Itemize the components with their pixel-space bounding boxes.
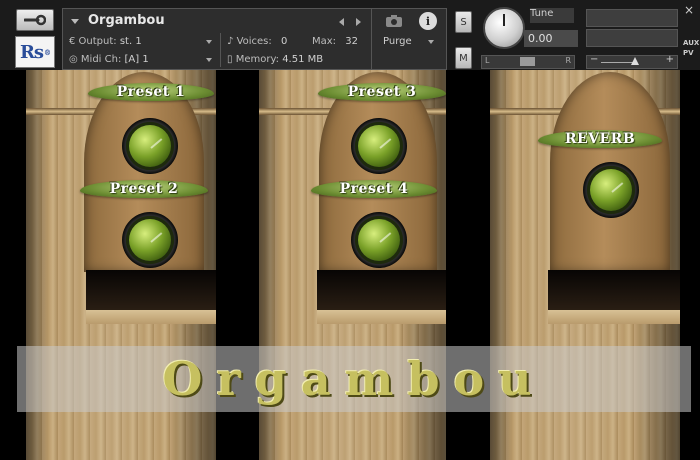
memory-label: Memory: [235, 54, 279, 65]
preset-2-label: Preset 2 [80, 180, 208, 198]
preset-4-label: Preset 4 [311, 180, 437, 198]
volume-track [601, 62, 635, 63]
memory-value: 4.51 MB [282, 54, 324, 65]
close-icon[interactable]: × [684, 3, 694, 17]
pv-label[interactable]: PV [683, 48, 699, 58]
output-label: Output: [78, 36, 117, 47]
tune-value[interactable]: 0.00 [524, 30, 578, 47]
volume-minus-label: − [590, 54, 599, 65]
wrench-icon [24, 14, 46, 26]
pan-left-label: L [485, 56, 490, 65]
memory-icon: ▯ [227, 54, 236, 65]
solo-label: S [460, 16, 467, 28]
reverb-label: REVERB [538, 130, 662, 148]
voices-value: 0 [280, 36, 288, 47]
knob-cap [590, 169, 632, 211]
instrument-info-panel: Orgambou i € Output: st. 1 ♪ Voices: 0 M… [62, 8, 447, 74]
mute-button[interactable]: M [455, 47, 472, 69]
pan-handle[interactable] [520, 57, 535, 66]
snapshot-button[interactable] [381, 12, 407, 30]
midi-dropdown-icon[interactable] [206, 58, 212, 62]
midi-channel-selector[interactable]: ◎ Midi Ch: [A] 1 [69, 54, 149, 65]
preset-1-knob[interactable] [122, 118, 178, 174]
output-selector[interactable]: € Output: st. 1 [69, 36, 142, 47]
aux-pv-labels[interactable]: AUX PV [683, 38, 699, 58]
volume-handle[interactable] [631, 57, 639, 65]
reverb-knob[interactable] [583, 162, 639, 218]
instrument-body: Preset 1 Preset 2 Preset 3 Preset 4 REVE… [0, 70, 700, 460]
bamboo-lip [548, 310, 680, 324]
next-instrument-icon[interactable] [356, 18, 361, 26]
preset-3-label: Preset 3 [318, 83, 446, 101]
camera-icon [386, 15, 402, 27]
midi-icon: ◎ [69, 54, 81, 65]
volume-slider[interactable]: − + [586, 54, 678, 69]
preset-2-knob[interactable] [122, 212, 178, 268]
prev-instrument-icon[interactable] [339, 18, 344, 26]
preset-3-knob[interactable] [351, 118, 407, 174]
bamboo-opening [317, 270, 446, 312]
volume-plus-label: + [665, 54, 674, 65]
aux-label[interactable]: AUX [683, 38, 699, 48]
knob-cap [358, 125, 400, 167]
divider [371, 9, 372, 69]
preset-4-knob[interactable] [351, 212, 407, 268]
banner-title: Orgambou [162, 352, 546, 406]
memory-display: ▯ Memory: 4.51 MB [227, 54, 323, 65]
info-button[interactable]: i [419, 12, 437, 30]
tune-knob[interactable] [483, 7, 525, 49]
knob-cap [129, 125, 171, 167]
midi-value: [A] 1 [124, 54, 149, 65]
max-value: 32 [345, 36, 358, 47]
output-value: st. 1 [119, 36, 142, 47]
wrench-button[interactable] [16, 9, 54, 31]
voices-label: Voices: [236, 36, 272, 47]
max-voices-display[interactable]: Max: 32 [312, 36, 358, 47]
level-meter-left [586, 9, 678, 27]
bamboo-lip [317, 310, 446, 324]
voices-display: ♪ Voices: 0 [227, 36, 287, 47]
preset-1-label: Preset 1 [88, 83, 214, 101]
mute-label: M [459, 52, 468, 64]
purge-dropdown-icon[interactable] [428, 40, 434, 44]
instrument-header: Rs ® Orgambou i € Output: st. 1 ♪ Voices:… [0, 0, 700, 74]
purge-dropdown[interactable]: Purge [383, 36, 443, 52]
purge-label: Purge [383, 36, 412, 47]
solo-button[interactable]: S [455, 11, 472, 33]
divider [220, 33, 221, 67]
max-label: Max: [312, 36, 337, 47]
knob-cap [129, 219, 171, 261]
bamboo-opening [548, 270, 680, 312]
tune-label: Tune [530, 8, 574, 23]
pan-right-label: R [565, 56, 571, 65]
knob-cap [358, 219, 400, 261]
collapse-caret-icon[interactable] [71, 19, 79, 24]
tune-knob-indicator [503, 14, 505, 26]
pan-slider[interactable]: L R [481, 55, 575, 69]
title-banner: Orgambou [17, 346, 691, 412]
info-icon: i [425, 14, 431, 28]
output-dropdown-icon[interactable] [206, 40, 212, 44]
level-meter-right [586, 29, 678, 47]
bamboo-opening [86, 270, 216, 312]
developer-logo: Rs ® [15, 36, 55, 68]
bamboo-lip [86, 310, 216, 324]
voices-icon: ♪ [227, 36, 237, 47]
midi-label: Midi Ch: [80, 54, 122, 65]
speaker-icon: € [69, 36, 79, 47]
instrument-name[interactable]: Orgambou [88, 13, 165, 28]
